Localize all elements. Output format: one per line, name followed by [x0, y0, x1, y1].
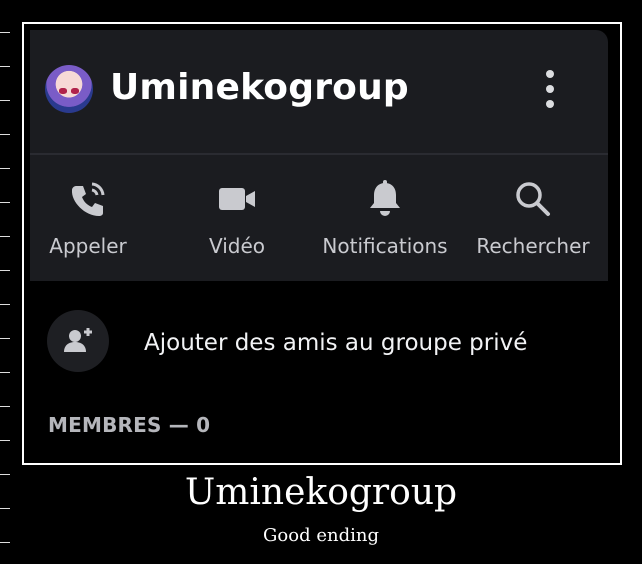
video-label: Vidéo [208, 234, 266, 258]
search-label: Rechercher [476, 234, 590, 258]
phone-icon [71, 182, 105, 216]
caption-subtitle: Good ending [263, 525, 379, 546]
add-friends-label: Ajouter des amis au groupe privé [144, 330, 528, 356]
search-icon [516, 182, 550, 216]
group-panel: Uminekogroup Appeler Vidéo Notifications… [30, 30, 608, 463]
add-user-icon [47, 310, 109, 372]
call-button[interactable]: Appeler [24, 155, 158, 281]
video-button[interactable]: Vidéo [167, 155, 307, 281]
bell-icon [370, 180, 400, 216]
call-label: Appeler [49, 234, 127, 258]
video-camera-icon [219, 188, 255, 210]
caption-title: Uminekogroup [184, 472, 458, 513]
screenshot-frame: Uminekogroup Appeler Vidéo Notifications… [22, 22, 622, 465]
notifications-button[interactable]: Notifications [315, 155, 455, 281]
add-friends-row[interactable]: Ajouter des amis au groupe privé [30, 281, 608, 378]
kebab-menu-icon[interactable] [542, 70, 558, 110]
notifications-label: Notifications [322, 234, 448, 258]
group-name: Uminekogroup [110, 67, 409, 108]
search-button[interactable]: Rechercher [463, 155, 603, 281]
anime-avatar-icon[interactable] [45, 65, 93, 113]
group-header: Uminekogroup [30, 30, 608, 155]
members-heading: MEMBRES — 0 [48, 413, 211, 437]
action-bar: Appeler Vidéo Notifications Rechercher [30, 155, 608, 281]
